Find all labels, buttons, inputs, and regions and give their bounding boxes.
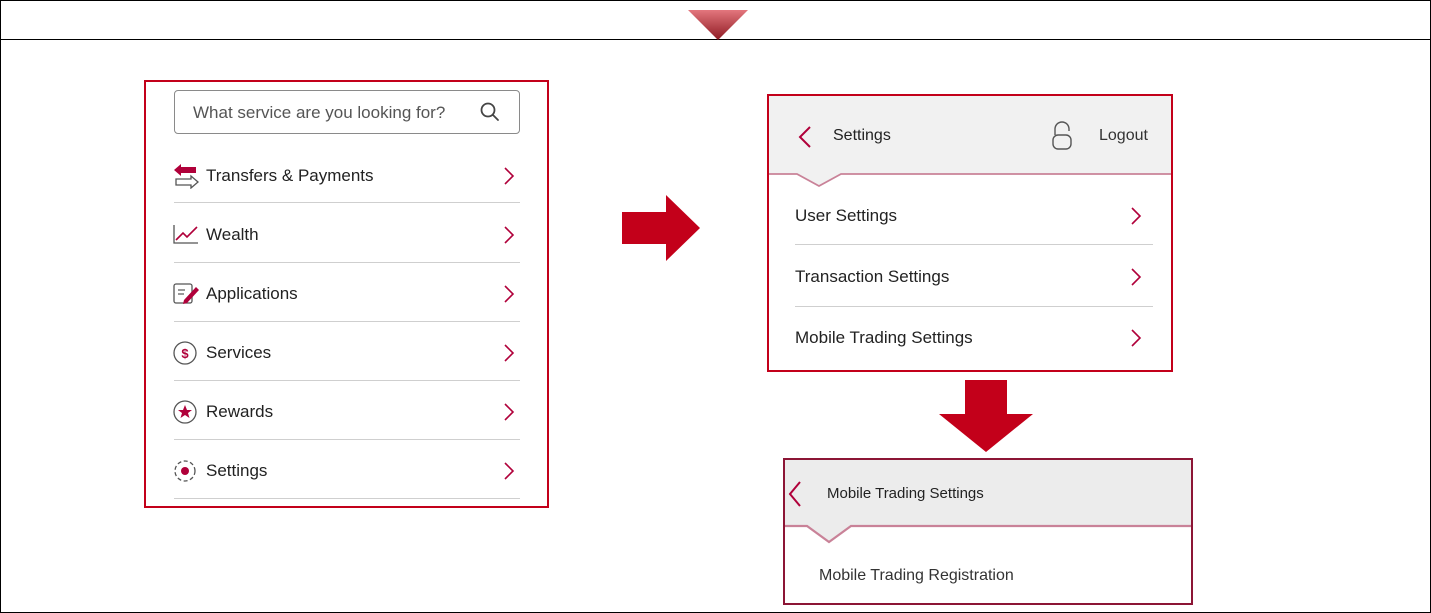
menu-item-transfers[interactable]: Transfers & Payments [146,148,547,204]
divider [174,321,520,322]
mobile-trading-panel: Mobile Trading Settings Mobile Trading R… [783,458,1193,605]
mobile-trading-registration-item[interactable]: Mobile Trading Registration [785,556,1191,596]
menu-item-settings[interactable]: Settings [146,443,547,499]
logout-button[interactable]: Logout [1099,127,1148,145]
chevron-right-icon [504,462,515,480]
divider [795,244,1153,245]
back-icon[interactable] [797,125,813,149]
star-circle-icon [173,400,197,424]
down-arrow-icon [939,380,1033,452]
menu-item-rewards[interactable]: Rewards [146,384,547,440]
settings-item-label: Mobile Trading Settings [795,328,973,347]
settings-panel: Settings Logout User Settings Transactio… [767,94,1173,372]
search-input[interactable] [191,100,465,126]
settings-item-label: Transaction Settings [795,267,950,286]
mobile-trading-item-label: Mobile Trading Registration [819,567,1014,584]
settings-title: Settings [833,127,891,144]
right-arrow-icon [622,195,700,261]
divider [174,380,520,381]
dollar-circle-icon: $ [173,341,197,365]
chart-line-icon [173,225,198,244]
transfer-icon [174,164,199,189]
search-field[interactable] [174,90,520,134]
edit-document-icon [173,283,199,304]
menu-item-label: Applications [206,284,298,303]
header-notch [769,173,1171,188]
chevron-right-icon [504,226,515,244]
settings-item-label: User Settings [795,206,898,225]
settings-item-mobile-trading[interactable]: Mobile Trading Settings [769,312,1171,364]
chevron-right-icon [504,285,515,303]
service-menu-panel: Transfers & Payments Wealth Applications [144,80,549,508]
divider [795,306,1153,307]
menu-item-applications[interactable]: Applications [146,266,547,322]
menu-item-label: Services [206,343,272,362]
chevron-right-icon [504,167,515,185]
back-icon[interactable] [787,480,803,508]
chevron-right-icon [504,344,515,362]
mobile-trading-title: Mobile Trading Settings [827,485,984,502]
svg-text:$: $ [181,346,189,361]
menu-item-label: Rewards [206,402,274,421]
menu-item-label: Wealth [206,225,259,244]
menu-item-services[interactable]: $ Services [146,325,547,381]
menu-item-label: Settings [206,461,268,480]
chevron-right-icon [1131,207,1142,225]
chevron-right-icon [1131,329,1142,347]
menu-item-label: Transfers & Payments [206,166,374,185]
search-icon[interactable] [479,101,501,123]
menu-item-wealth[interactable]: Wealth [146,207,547,263]
divider [174,439,520,440]
gear-icon [174,460,196,482]
divider [174,202,520,203]
mobile-trading-header: Mobile Trading Settings [785,460,1191,526]
lock-icon[interactable] [1050,121,1074,151]
down-triangle-icon [688,10,748,40]
settings-item-user[interactable]: User Settings [769,190,1171,242]
divider [174,498,520,499]
settings-header: Settings Logout [769,96,1171,174]
divider [174,262,520,263]
settings-item-transaction[interactable]: Transaction Settings [769,251,1171,303]
chevron-right-icon [504,403,515,421]
chevron-right-icon [1131,268,1142,286]
header-notch [785,524,1191,544]
